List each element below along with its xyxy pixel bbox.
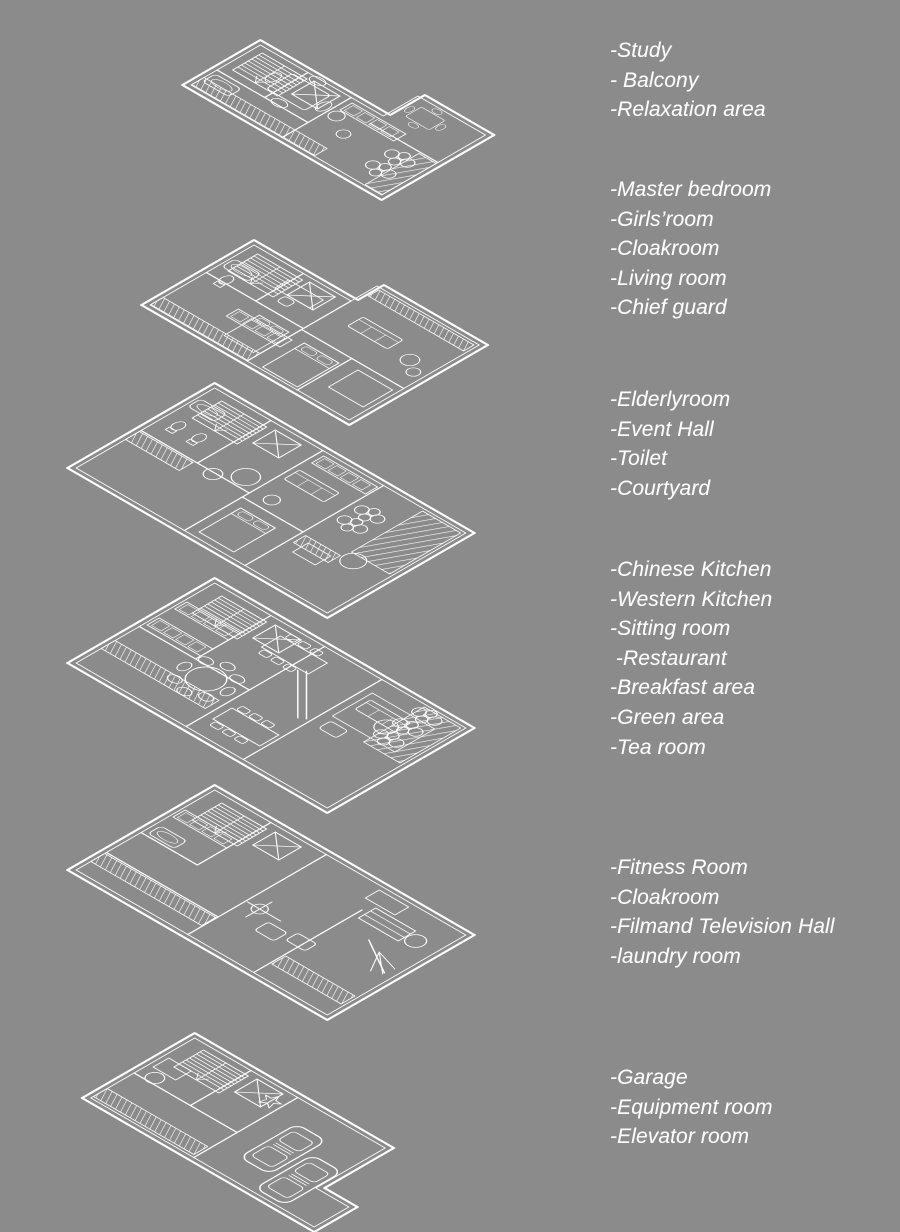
room-label: -Green area <box>610 705 725 729</box>
floor-level-1-garage[interactable] <box>82 1033 427 1232</box>
label-group-level-4: -Elderlyroom -Event Hall -Toilet -Courty… <box>610 385 730 503</box>
room-label: -Girls’room <box>610 207 714 231</box>
room-label: -Fitness Room <box>610 856 748 879</box>
room-label: -Living room <box>610 266 727 290</box>
room-label: - Balcony <box>610 68 699 92</box>
floor-level-6-top[interactable] <box>182 20 494 200</box>
label-group-level-5: -Master bedroom -Girls’room -Cloakroom -… <box>610 175 771 323</box>
floor-level-3-kitchen[interactable] <box>67 578 474 813</box>
room-label: -Elevator room <box>610 1125 750 1149</box>
room-label: -laundry room <box>610 944 741 968</box>
room-label: -Courtyard <box>610 476 711 500</box>
floor-level-2-fitness[interactable] <box>67 785 474 1020</box>
room-label: -Chief guard <box>610 296 727 320</box>
room-label: -Equipment room <box>610 1095 773 1119</box>
room-label: -Filmand Television Hall <box>610 915 835 939</box>
label-group-level-2: -Fitness Room -Cloakroom -Filmand Televi… <box>610 853 835 971</box>
room-label: -Toilet <box>610 447 668 471</box>
label-group-level-6: -Study - Balcony -Relaxation area <box>610 36 766 125</box>
room-label: -Western Kitchen <box>610 587 773 611</box>
room-label: -Garage <box>610 1066 688 1089</box>
floor-level-4-event[interactable] <box>67 383 474 618</box>
label-group-level-3: -Chinese Kitchen -Western Kitchen -Sitti… <box>610 555 772 762</box>
room-label: -Study <box>610 39 672 62</box>
room-label: -Breakfast area <box>610 676 756 700</box>
room-label: -Tea room <box>610 735 706 759</box>
room-label: -Cloakroom <box>610 237 720 261</box>
room-label: -Restaurant <box>610 646 727 670</box>
room-label: -Master bedroom <box>610 178 772 201</box>
room-label: -Cloakroom <box>610 885 720 909</box>
label-group-level-1: -Garage -Equipment room -Elevator room <box>610 1063 773 1152</box>
floor-plan-drawings <box>0 0 560 1232</box>
diagram-stage: -Study - Balcony -Relaxation area -Maste… <box>0 0 900 1232</box>
floor-plan-svg <box>0 0 560 1232</box>
room-label: -Chinese Kitchen <box>610 558 772 581</box>
room-label: -Sitting room <box>610 617 731 641</box>
room-label: -Event Hall <box>610 417 714 441</box>
room-label: -Elderlyroom <box>610 388 731 411</box>
room-label: -Relaxation area <box>610 98 766 122</box>
